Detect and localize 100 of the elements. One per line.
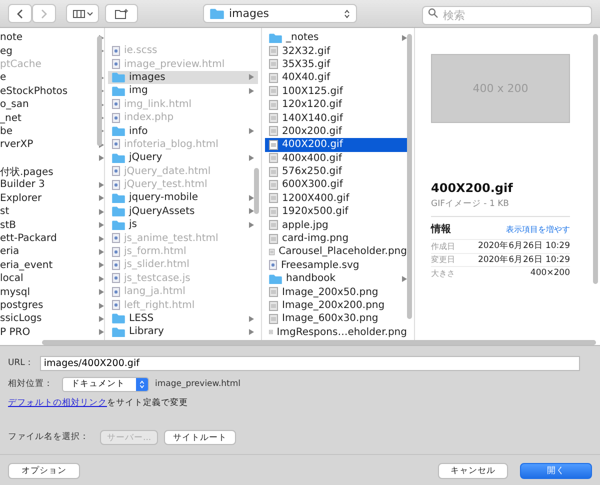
folder-icon bbox=[210, 8, 224, 20]
file-list-item[interactable]: jQueryAssets bbox=[108, 204, 258, 218]
file-list-item[interactable]: 32X32.gif bbox=[265, 44, 411, 58]
image-file-icon bbox=[269, 46, 278, 56]
file-list-item[interactable]: 140X140.gif bbox=[265, 111, 411, 125]
file-list-item[interactable]: eria bbox=[0, 245, 104, 259]
info-value: 2020年6月26日 10:29 bbox=[478, 254, 570, 266]
chevron-right-icon bbox=[249, 74, 254, 80]
file-list-item[interactable]: info bbox=[108, 124, 258, 138]
file-icon bbox=[112, 300, 120, 310]
view-button[interactable] bbox=[66, 4, 99, 23]
file-list-item[interactable]: Library bbox=[108, 325, 258, 339]
file-list-item[interactable]: js bbox=[108, 218, 258, 232]
file-list-item[interactable]: jquery-mobile bbox=[108, 191, 258, 205]
file-list-item[interactable]: card-img.png bbox=[265, 232, 411, 246]
file-list-item[interactable]: Image_200x50.png bbox=[265, 285, 411, 299]
options-button[interactable]: オプション bbox=[8, 463, 80, 479]
chevron-right-icon bbox=[99, 316, 104, 322]
image-file-icon bbox=[269, 300, 278, 310]
file-icon bbox=[112, 273, 120, 284]
file-icon bbox=[112, 112, 120, 123]
image-file-icon bbox=[269, 234, 278, 244]
image-file-icon bbox=[269, 126, 278, 136]
updown-icon bbox=[344, 8, 350, 18]
file-list-item[interactable]: handbook bbox=[265, 272, 411, 286]
file-name: 400X200.gif bbox=[431, 181, 514, 195]
file-list-item[interactable]: ett-Packard bbox=[0, 232, 104, 246]
info-label: 大きさ bbox=[431, 268, 455, 279]
folder-icon bbox=[112, 152, 125, 164]
folder-icon bbox=[112, 206, 125, 217]
file-list-item[interactable]: img bbox=[108, 84, 258, 98]
file-list-item[interactable]: 35X35.gif bbox=[265, 58, 411, 72]
file-select-label: ファイル名を選択： bbox=[8, 431, 90, 443]
chevron-right-icon bbox=[402, 34, 407, 41]
file-list-item[interactable]: eria_event bbox=[0, 258, 104, 272]
file-list-item[interactable]: LESS bbox=[108, 312, 258, 326]
chevron-right-icon bbox=[249, 88, 254, 94]
image-file-icon bbox=[269, 113, 278, 124]
document-name: image_preview.html bbox=[155, 379, 241, 389]
path-popup[interactable]: images bbox=[203, 4, 357, 23]
show-more-link[interactable]: 表示項目を増やす bbox=[506, 224, 570, 234]
file-list-item[interactable]: 200x200.gif bbox=[265, 124, 411, 138]
file-icon bbox=[112, 59, 120, 70]
file-list-item[interactable]: ssicLogs bbox=[0, 312, 104, 326]
search-field[interactable]: 検索 bbox=[422, 6, 592, 25]
chevron-right-icon bbox=[99, 222, 104, 228]
image-file-icon bbox=[269, 166, 278, 177]
chevron-right-icon bbox=[249, 154, 254, 161]
new-folder-button[interactable] bbox=[105, 4, 138, 23]
file-list-item[interactable]: apple.jpg bbox=[265, 218, 411, 232]
chevron-down-icon bbox=[86, 12, 92, 16]
open-button[interactable]: 開く bbox=[520, 463, 592, 479]
chevron-right-icon bbox=[99, 289, 104, 296]
image-file-icon bbox=[269, 59, 278, 70]
cancel-button[interactable]: キャンセル bbox=[438, 463, 508, 479]
file-list-item[interactable]: 40X40.gif bbox=[265, 71, 411, 85]
image-file-icon bbox=[269, 72, 278, 83]
file-icon bbox=[112, 260, 120, 270]
file-icon bbox=[112, 233, 120, 244]
updown-icon bbox=[139, 380, 145, 388]
file-list-item[interactable]: jQuery bbox=[108, 151, 258, 165]
columns-icon bbox=[72, 10, 84, 18]
file-list-item[interactable]: ImgRespons…eholder.png bbox=[265, 326, 411, 339]
file-list-item[interactable]: postgres bbox=[0, 298, 104, 312]
file-list-item[interactable]: stB bbox=[0, 218, 104, 232]
file-list-item[interactable]: Image_200x200.png bbox=[265, 298, 411, 312]
file-list-item[interactable]: 1200X400.gif bbox=[265, 192, 411, 206]
file-select-button[interactable]: サイトルート bbox=[164, 430, 236, 444]
file-list-item[interactable]: images bbox=[108, 70, 258, 84]
file-icon bbox=[112, 46, 120, 56]
file-list-item[interactable]: 付状.pages bbox=[0, 164, 104, 178]
file-list-item[interactable]: 100X125.gif bbox=[265, 84, 411, 98]
file-list-item[interactable]: 1920x500.gif bbox=[265, 205, 411, 218]
url-field[interactable]: images/400X200.gif bbox=[40, 356, 580, 370]
file-list-item[interactable]: Explorer bbox=[0, 192, 104, 206]
file-list-item[interactable]: mysql bbox=[0, 285, 104, 299]
file-list-item[interactable]: _notes bbox=[265, 31, 411, 44]
file-list-item[interactable]: 576x250.gif bbox=[265, 164, 411, 178]
relative-select[interactable]: ドキュメント bbox=[62, 376, 149, 392]
file-list-item[interactable]: 400x400.gif bbox=[265, 152, 411, 165]
image-file-icon bbox=[269, 140, 278, 150]
file-list-item[interactable]: local bbox=[0, 272, 104, 286]
default-relative-link[interactable]: デフォルトの相対リンク bbox=[8, 398, 107, 408]
info-value: 400×200 bbox=[530, 268, 570, 278]
image-file-icon bbox=[269, 220, 278, 230]
chevron-right-icon bbox=[402, 276, 407, 282]
folder-icon bbox=[112, 326, 125, 338]
file-list-item[interactable]: 120x120.gif bbox=[265, 98, 411, 112]
chevron-right-icon bbox=[99, 276, 104, 282]
image-file-icon bbox=[269, 153, 278, 164]
file-list-item[interactable]: Carousel_Placeholder.png bbox=[265, 245, 411, 259]
file-list-item[interactable]: Image_600x30.png bbox=[265, 312, 411, 326]
file-list-item[interactable]: Freesample.svg bbox=[265, 258, 411, 272]
chevron-right-icon bbox=[249, 194, 254, 201]
file-list-item[interactable]: P PRO bbox=[0, 326, 104, 339]
file-list-item[interactable]: 600X300.gif bbox=[265, 178, 411, 192]
file-list-item[interactable]: Builder 3 bbox=[0, 178, 104, 192]
back-button[interactable] bbox=[8, 4, 32, 23]
file-icon bbox=[112, 286, 120, 297]
file-list-item[interactable]: st bbox=[0, 205, 104, 218]
